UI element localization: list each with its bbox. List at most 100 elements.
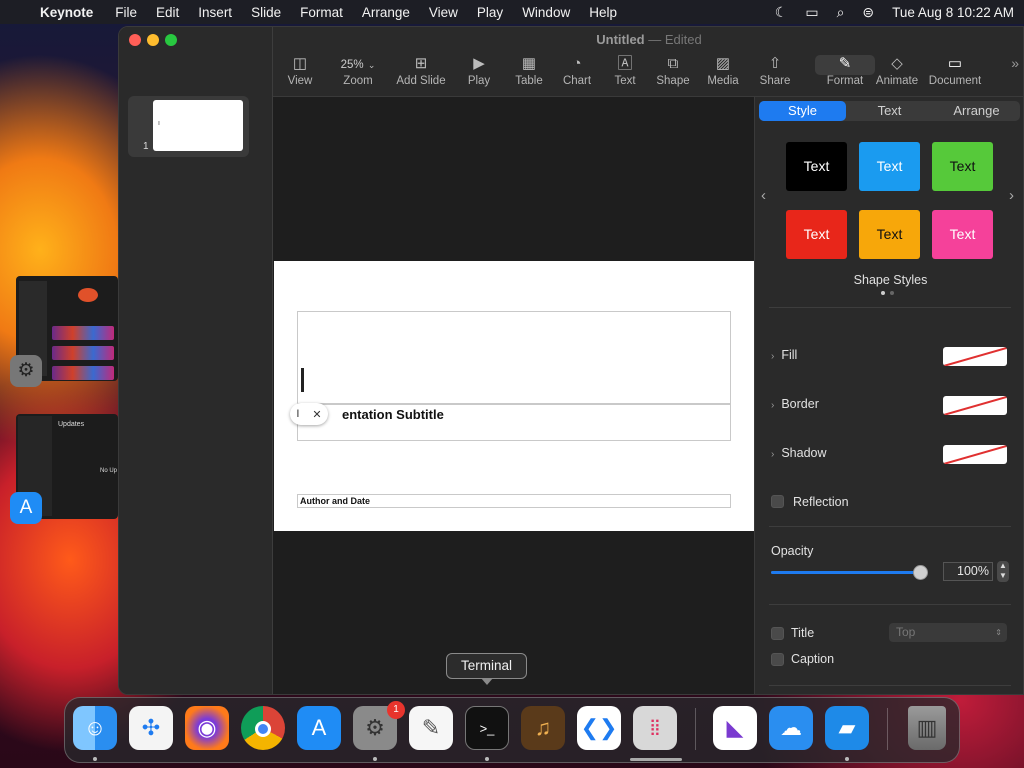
chevron-left-icon[interactable]: ‹ (761, 187, 766, 204)
app-store-stage-icon[interactable]: A (10, 492, 42, 524)
tab-style[interactable]: Style (759, 101, 846, 121)
menu-insert[interactable]: Insert (198, 5, 232, 20)
control-center-icon[interactable]: ⊜ (862, 4, 874, 21)
shape-styles-label: Shape Styles (853, 273, 928, 287)
document-button[interactable]: ▭ Document (925, 55, 985, 87)
updown-chevron-icon: ⇕ (995, 628, 1002, 637)
menu-clock[interactable]: Tue Aug 8 10:22 AM (892, 5, 1014, 20)
dock: ☺ ✣ ◉ A ⚙ 1 ✎ >_ ♫ ❮❯ ⣿ ◣ ☁ ▰ ▥ (64, 697, 960, 763)
caption-checkbox[interactable] (771, 653, 784, 666)
dark-mode-icon[interactable]: ☾ (775, 4, 788, 21)
style-swatch-red[interactable]: Text (786, 210, 847, 259)
keynote-window: ı 1 Untitled — Edited ◫ View 25% ⌄ Zoom … (118, 26, 1024, 695)
title-text-box[interactable] (297, 311, 731, 404)
launchpad-icon[interactable]: ⣿ (633, 706, 677, 750)
menu-view[interactable]: View (429, 5, 458, 20)
subtitle-text-box[interactable]: entation Subtitle (297, 404, 731, 441)
style-swatch-orange[interactable]: Text (859, 210, 920, 259)
share-icon: ⇧ (768, 55, 782, 72)
menu-play[interactable]: Play (477, 5, 503, 20)
chevron-down-icon: ⌄ (367, 60, 376, 70)
toolbar: Untitled — Edited ◫ View 25% ⌄ Zoom ⊞ Ad… (270, 27, 1023, 97)
shadow-color-well[interactable] (943, 445, 1007, 464)
opacity-slider-knob[interactable] (913, 565, 928, 580)
close-icon[interactable]: ✕ (312, 408, 321, 421)
slide-number: 1 (143, 141, 149, 152)
zoom-value: 25% (340, 59, 364, 71)
screen-mirroring-icon[interactable]: ▭ (805, 4, 818, 21)
weather-icon[interactable]: ☁ (769, 706, 813, 750)
fill-color-well[interactable] (943, 347, 1007, 366)
menu-slide[interactable]: Slide (251, 5, 281, 20)
border-color-well[interactable] (943, 396, 1007, 415)
textedit-icon[interactable]: ✎ (409, 706, 453, 750)
format-inspector: Style Text Arrange ‹ › Text Text Text Te… (754, 97, 1023, 694)
view-button[interactable]: ◫ View (270, 55, 330, 87)
tab-text[interactable]: Text (846, 101, 933, 121)
text-edit-popover[interactable]: I ✕ (290, 403, 328, 425)
menu-arrange[interactable]: Arrange (362, 5, 410, 20)
close-window-button[interactable] (129, 34, 141, 46)
toolbar-overflow-icon[interactable]: » (1011, 55, 1019, 71)
menu-help[interactable]: Help (589, 5, 617, 20)
app-store-icon[interactable]: A (297, 706, 341, 750)
media-button[interactable]: ▨ Media (693, 55, 753, 87)
reflection-checkbox[interactable] (771, 495, 784, 508)
document-name[interactable]: Untitled (596, 32, 644, 47)
text-insertion-cursor (301, 368, 308, 392)
chrome-icon[interactable] (241, 706, 285, 750)
finder-icon[interactable]: ☺ (73, 706, 117, 750)
garageband-icon[interactable]: ♫ (521, 706, 565, 750)
page-dot-1[interactable] (881, 291, 885, 295)
chevron-right-icon: › (771, 351, 775, 362)
trash-icon[interactable]: ▥ (908, 706, 946, 750)
share-button[interactable]: ⇧ Share (745, 55, 805, 87)
firefox-icon[interactable]: ◉ (185, 706, 229, 750)
inspector-tabs: Style Text Arrange (759, 101, 1020, 121)
style-swatch-blue[interactable]: Text (859, 142, 920, 191)
title-label: Title (791, 626, 815, 640)
vscode-icon[interactable]: ❮❯ (577, 706, 621, 750)
visual-studio-icon[interactable]: ◣ (713, 706, 757, 750)
terminal-icon[interactable]: >_ (465, 706, 509, 750)
opacity-stepper[interactable]: ▲ ▼ (997, 561, 1009, 582)
keynote-icon[interactable]: ▰ (825, 706, 869, 750)
style-swatch-green[interactable]: Text (932, 142, 993, 191)
title-checkbox[interactable] (771, 627, 784, 640)
opacity-field[interactable]: 100% (943, 562, 993, 581)
chevron-right-icon[interactable]: › (1009, 187, 1014, 204)
text-cursor-icon[interactable]: I (296, 408, 299, 420)
author-date-text-box[interactable]: Author and Date (297, 494, 731, 508)
animate-diamond-icon: ◇ (891, 55, 903, 72)
style-swatch-black[interactable]: Text (786, 142, 847, 191)
opacity-slider[interactable] (771, 565, 928, 580)
menu-file[interactable]: File (115, 5, 137, 20)
page-dot-2[interactable] (890, 291, 894, 295)
title-position-select[interactable]: Top ⇕ (889, 623, 1007, 642)
system-settings-stage-icon[interactable]: ⚙ (10, 355, 42, 387)
format-button[interactable]: ✎ Format (815, 55, 875, 87)
spotlight-search-icon[interactable]: ⌕ (837, 4, 845, 21)
subtitle-text[interactable]: entation Subtitle (342, 407, 444, 422)
chevron-right-icon: › (771, 400, 775, 411)
animate-button[interactable]: ◇ Animate (867, 55, 927, 87)
border-disclosure[interactable]: › Border (771, 397, 819, 411)
slide-navigator: ı 1 (119, 27, 273, 694)
minimize-window-button[interactable] (147, 34, 159, 46)
shadow-disclosure[interactable]: › Shadow (771, 446, 827, 460)
slide[interactable]: entation Subtitle I ✕ Author and Date (274, 261, 754, 531)
menu-edit[interactable]: Edit (156, 5, 179, 20)
slide-canvas[interactable]: entation Subtitle I ✕ Author and Date (273, 97, 754, 694)
zoom-button[interactable]: 25% ⌄ Zoom (328, 55, 388, 87)
zoom-window-button[interactable] (165, 34, 177, 46)
menu-window[interactable]: Window (522, 5, 570, 20)
add-slide-button[interactable]: ⊞ Add Slide (391, 55, 451, 87)
tab-arrange[interactable]: Arrange (933, 101, 1020, 121)
slide-thumbnail[interactable]: ı 1 (128, 96, 249, 157)
style-swatch-pink[interactable]: Text (932, 210, 993, 259)
document-status: Edited (664, 32, 702, 47)
menu-format[interactable]: Format (300, 5, 343, 20)
fill-disclosure[interactable]: › Fill (771, 348, 797, 362)
safari-icon[interactable]: ✣ (129, 706, 173, 750)
menu-app-name[interactable]: Keynote (40, 5, 93, 20)
